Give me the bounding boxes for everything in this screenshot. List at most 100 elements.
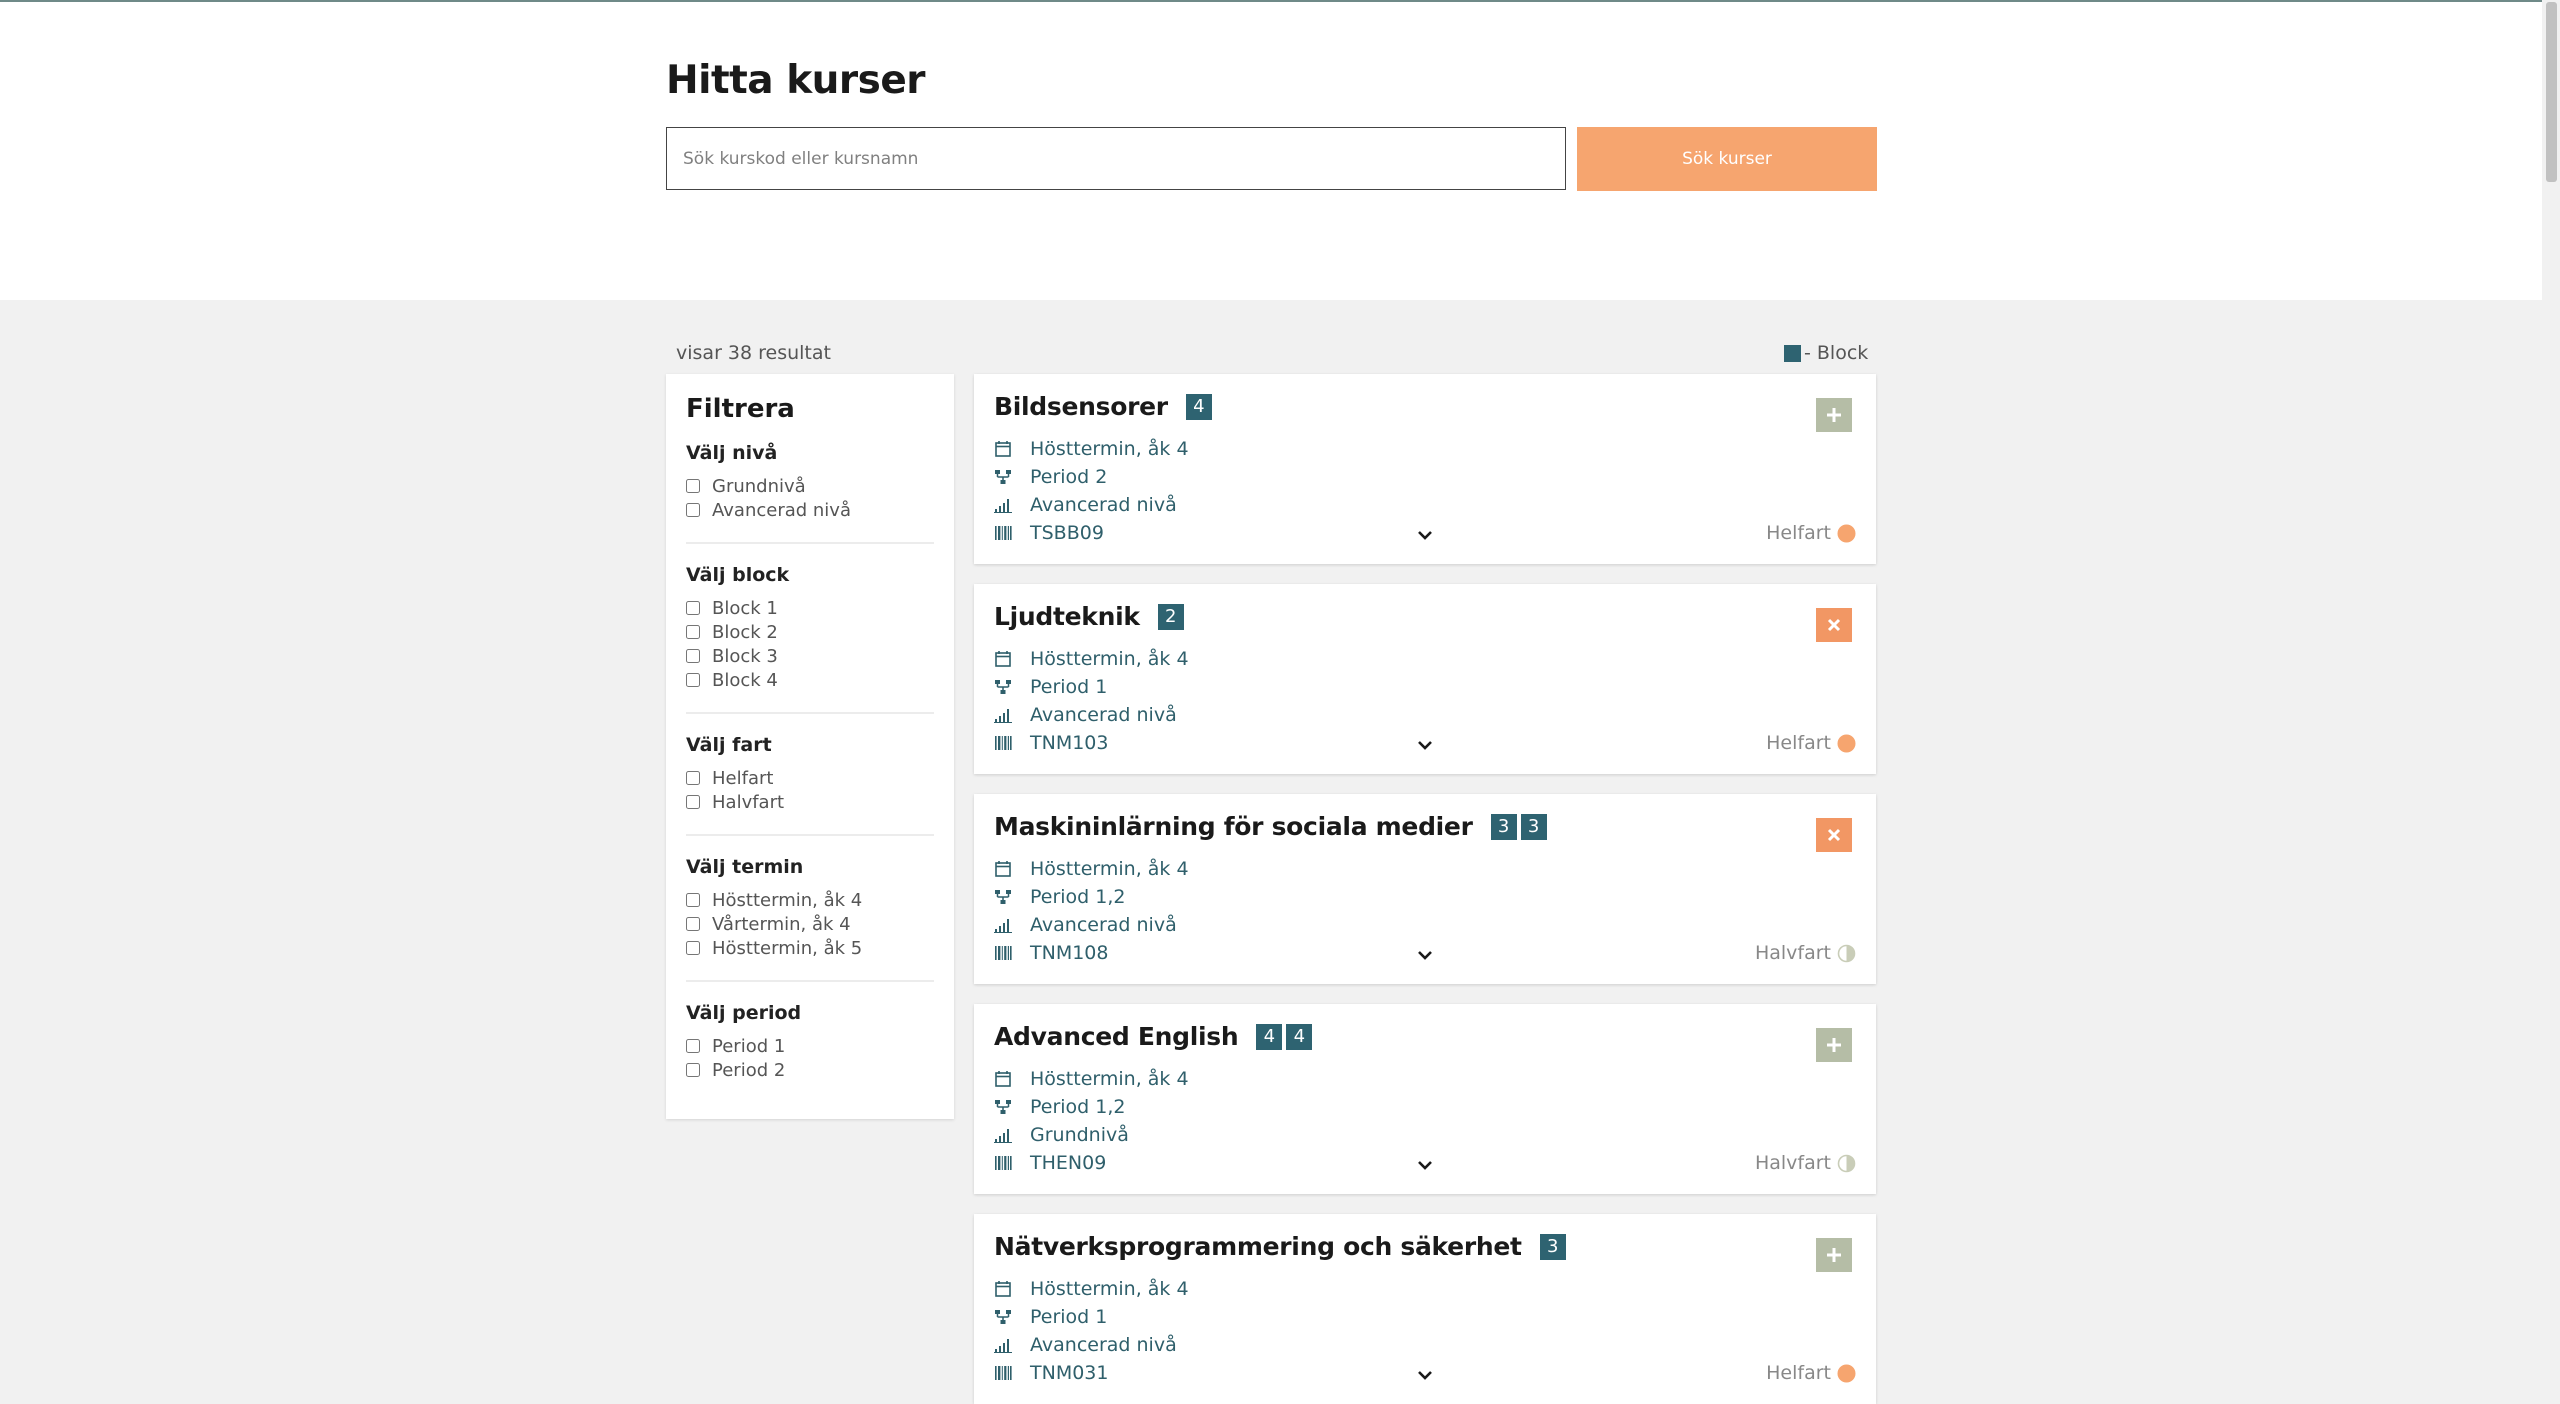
filter-groups: Välj nivå Grundnivå Avancerad nivå Välj blo…	[686, 442, 934, 1102]
filter-option-label: Period 2	[712, 1059, 786, 1081]
filter-option[interactable]: Halvfart	[686, 790, 934, 814]
remove-course-button[interactable]	[1816, 608, 1852, 642]
course-level: Avancerad nivå	[1030, 914, 1177, 936]
filter-option[interactable]: Period 1	[686, 1034, 934, 1058]
filter-checkbox[interactable]	[686, 601, 700, 615]
filter-option[interactable]: Vårtermin, åk 4	[686, 912, 934, 936]
barcode-icon	[994, 1364, 1012, 1382]
course-card: Bildsensorer 4 Hösttermin, åk 4 Period 2 Ava…	[974, 374, 1876, 564]
chevron-down-icon[interactable]	[1415, 527, 1435, 541]
filter-option-label: Block 2	[712, 621, 778, 643]
course-term: Hösttermin, åk 4	[1030, 438, 1189, 460]
course-title-row: Bildsensorer 4	[994, 392, 1216, 421]
course-period-row: Period 1,2	[994, 886, 1126, 908]
course-term-row: Hösttermin, åk 4	[994, 858, 1189, 880]
filter-option[interactable]: Block 3	[686, 644, 934, 668]
course-level-row: Avancerad nivå	[994, 494, 1177, 516]
filter-checkbox[interactable]	[686, 625, 700, 639]
block-badge: 3	[1539, 1233, 1566, 1260]
scrollbar[interactable]	[2542, 0, 2560, 1366]
full-circle-icon	[1837, 734, 1856, 753]
remove-course-button[interactable]	[1816, 818, 1852, 852]
filter-group-title: Välj block	[686, 564, 790, 586]
filter-checkbox[interactable]	[686, 917, 700, 931]
filter-option[interactable]: Hösttermin, åk 5	[686, 936, 934, 960]
filter-option[interactable]: Period 2	[686, 1058, 934, 1082]
course-title-row: Advanced English 4 4	[994, 1022, 1316, 1051]
filter-checkbox[interactable]	[686, 649, 700, 663]
speed-indicator: Helfart	[1766, 522, 1856, 544]
level-bars-icon	[994, 496, 1012, 514]
filter-group: Välj nivå Grundnivå Avancerad nivå	[686, 442, 934, 544]
speed-label: Halvfart	[1754, 1152, 1831, 1174]
results-count: visar 38 resultat	[676, 342, 831, 364]
filter-checkbox[interactable]	[686, 673, 700, 687]
speed-label: Helfart	[1766, 732, 1831, 754]
course-period: Period 1	[1030, 676, 1108, 698]
course-period-row: Period 2	[994, 466, 1107, 488]
filter-option[interactable]: Block 4	[686, 668, 934, 692]
course-title[interactable]: Maskininlärning för sociala medier	[994, 812, 1473, 841]
filter-option-label: Period 1	[712, 1035, 786, 1057]
course-title[interactable]: Advanced English	[994, 1022, 1239, 1051]
filter-checkbox[interactable]	[686, 1039, 700, 1053]
speed-indicator: Helfart	[1766, 1362, 1856, 1384]
speed-indicator: Halvfart	[1755, 942, 1856, 964]
filter-checkbox[interactable]	[686, 1063, 700, 1077]
search-input[interactable]	[666, 127, 1566, 190]
course-card: Nätverksprogrammering och säkerhet 3 Höstt…	[974, 1214, 1876, 1404]
course-code: TNM108	[1030, 942, 1109, 964]
scrollbar-thumb[interactable]	[2546, 2, 2557, 182]
chevron-down-icon[interactable]	[1415, 737, 1435, 751]
add-course-button[interactable]	[1816, 1238, 1852, 1272]
barcode-icon	[994, 524, 1012, 542]
full-circle-icon	[1837, 1364, 1856, 1383]
course-title[interactable]: Ljudteknik	[994, 602, 1140, 631]
chevron-down-icon[interactable]	[1415, 947, 1435, 961]
course-title-row: Maskininlärning för sociala medier 3 3	[994, 812, 1551, 841]
barcode-icon	[994, 1154, 1012, 1172]
course-title[interactable]: Bildsensorer	[994, 392, 1168, 421]
course-term-row: Hösttermin, åk 4	[994, 438, 1189, 460]
block-badge: 2	[1157, 603, 1184, 630]
filter-group-title: Välj fart	[686, 734, 772, 756]
chevron-down-icon[interactable]	[1415, 1367, 1435, 1381]
filter-option-label: Hösttermin, åk 5	[712, 937, 863, 959]
filter-checkbox[interactable]	[686, 941, 700, 955]
filter-option[interactable]: Hösttermin, åk 4	[686, 888, 934, 912]
filter-checkbox[interactable]	[686, 795, 700, 809]
filter-group: Välj fart Helfart Halvfart	[686, 734, 934, 836]
chevron-down-icon[interactable]	[1415, 1157, 1435, 1171]
course-level: Grundnivå	[1030, 1124, 1129, 1146]
add-course-button[interactable]	[1816, 1028, 1852, 1062]
course-level-row: Grundnivå	[994, 1124, 1129, 1146]
filter-checkbox[interactable]	[686, 893, 700, 907]
filter-option[interactable]: Grundnivå	[686, 474, 934, 498]
add-course-button[interactable]	[1816, 398, 1852, 432]
barcode-icon	[994, 944, 1012, 962]
filter-checkbox[interactable]	[686, 479, 700, 493]
course-term: Hösttermin, åk 4	[1030, 1068, 1189, 1090]
course-title-row: Ljudteknik 2	[994, 602, 1188, 631]
filter-checkbox[interactable]	[686, 503, 700, 517]
filter-option[interactable]: Block 2	[686, 620, 934, 644]
filter-checkbox[interactable]	[686, 771, 700, 785]
filter-panel: Filtrera Välj nivå Grundnivå Avancerad niv…	[666, 374, 954, 1119]
block-badge: 3	[1520, 813, 1547, 840]
filter-option-label: Avancerad nivå	[712, 499, 851, 521]
filter-option[interactable]: Helfart	[686, 766, 934, 790]
course-term: Hösttermin, åk 4	[1030, 1278, 1189, 1300]
filter-option[interactable]: Block 1	[686, 596, 934, 620]
level-bars-icon	[994, 1126, 1012, 1144]
filter-option[interactable]: Avancerad nivå	[686, 498, 934, 522]
course-term-row: Hösttermin, åk 4	[994, 1068, 1189, 1090]
course-code-row: TNM103	[994, 732, 1108, 754]
period-icon	[994, 888, 1012, 906]
search-button[interactable]: Sök kurser	[1577, 127, 1877, 191]
filter-group-title: Välj termin	[686, 856, 804, 878]
course-term: Hösttermin, åk 4	[1030, 858, 1189, 880]
course-title[interactable]: Nätverksprogrammering och säkerhet	[994, 1232, 1522, 1261]
course-period-row: Period 1	[994, 1306, 1107, 1328]
filter-group: Välj block Block 1 Block 2 Block 3 Block 4	[686, 564, 934, 714]
calendar-icon	[994, 1070, 1012, 1088]
